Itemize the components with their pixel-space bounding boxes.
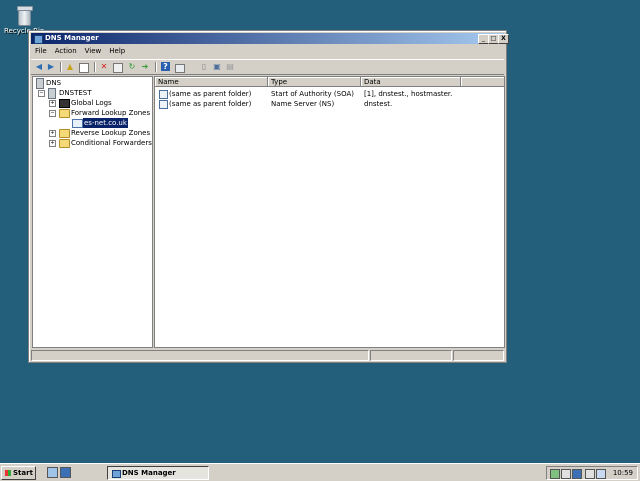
- collapse-icon[interactable]: −: [38, 90, 45, 97]
- record-type: Start of Authority (SOA): [271, 90, 355, 98]
- tree-label-reverse-zones: Reverse Lookup Zones: [71, 129, 151, 137]
- column-header-type[interactable]: Type: [268, 77, 361, 87]
- server-disabled-icon[interactable]: ▯: [199, 62, 209, 72]
- folder-icon: [59, 129, 70, 138]
- delete-icon[interactable]: ✕: [99, 62, 109, 72]
- toolbar-separator: [60, 62, 62, 72]
- window-title: DNS Manager: [45, 34, 99, 42]
- table-row[interactable]: (same as parent folder) Name Server (NS)…: [155, 99, 504, 109]
- expand-icon[interactable]: +: [49, 100, 56, 107]
- dns-manager-app-icon: [34, 35, 43, 44]
- tree-label-zone: es-net.co.uk: [83, 118, 128, 128]
- console-tree: DNS − DNSTEST + Global Logs − Forward Lo…: [32, 76, 153, 348]
- status-cell-main: [31, 350, 369, 361]
- tree-item-conditional-forwarders[interactable]: + Conditional Forwarders: [35, 138, 152, 148]
- collapse-icon[interactable]: −: [49, 110, 56, 117]
- zone-icon: [72, 119, 83, 128]
- tree-label-dns: DNS: [46, 79, 62, 87]
- record-name: (same as parent folder): [169, 100, 252, 108]
- quick-launch-server-manager-icon[interactable]: [47, 467, 58, 478]
- tray-flag-icon[interactable]: [585, 469, 595, 479]
- status-bar: [31, 349, 504, 361]
- forward-arrow-icon[interactable]: ▶: [46, 62, 56, 72]
- tree-item-global-logs[interactable]: + Global Logs: [35, 98, 150, 108]
- back-arrow-icon[interactable]: ◀: [34, 62, 44, 72]
- menu-bar: File Action View Help: [31, 45, 504, 57]
- record-icon: [159, 90, 168, 99]
- save-icon[interactable]: ▣: [212, 62, 222, 72]
- column-header-filler: [461, 77, 504, 87]
- menu-help[interactable]: Help: [105, 46, 129, 56]
- show-hide-tree-icon[interactable]: [79, 63, 89, 73]
- folder-icon: [59, 109, 70, 118]
- status-cell: [453, 350, 504, 361]
- console-icon[interactable]: [175, 64, 185, 73]
- record-data: [1], dnstest., hostmaster.: [364, 90, 453, 98]
- record-icon: [159, 100, 168, 109]
- tray-display-icon[interactable]: [572, 469, 582, 479]
- tree-label-forward-zones: Forward Lookup Zones: [71, 109, 151, 117]
- up-folder-icon[interactable]: ▲: [65, 62, 75, 72]
- logs-icon: [59, 99, 70, 108]
- record-list: Name Type Data (same as parent folder) S…: [154, 76, 505, 348]
- start-label: Start: [13, 469, 33, 477]
- tree-item-reverse-zones[interactable]: + Reverse Lookup Zones: [35, 128, 150, 138]
- toolbar: ◀ ▶ ▲ ✕ ↻ ➔ ? ▯ ▣ ▤: [31, 59, 504, 75]
- recycle-bin-icon: [16, 4, 33, 26]
- column-header-data[interactable]: Data: [361, 77, 461, 87]
- windows-logo-icon: [5, 470, 11, 476]
- taskbar-button-label: DNS Manager: [122, 469, 176, 477]
- table-row[interactable]: (same as parent folder) Start of Authori…: [155, 89, 504, 99]
- folder-icon: [59, 139, 70, 148]
- dns-manager-window: DNS Manager _ □ X File Action View Help ◀ ▶…: [28, 30, 509, 363]
- export-list-icon[interactable]: ➔: [140, 62, 150, 72]
- tray-server-icon[interactable]: [596, 469, 606, 479]
- tool-disabled-icon[interactable]: ▤: [225, 62, 235, 72]
- start-button[interactable]: Start: [1, 466, 36, 480]
- record-data: dnstest.: [364, 100, 393, 108]
- taskbar-button-dns-manager[interactable]: DNS Manager: [107, 466, 209, 480]
- dns-manager-app-icon: [112, 470, 121, 478]
- record-name: (same as parent folder): [169, 90, 252, 98]
- expand-icon[interactable]: +: [49, 140, 56, 147]
- tree-item-forward-zones[interactable]: − Forward Lookup Zones: [35, 108, 150, 118]
- tree-label-conditional-forwarders: Conditional Forwarders: [71, 139, 152, 147]
- status-cell: [370, 350, 452, 361]
- tray-volume-icon[interactable]: [561, 469, 571, 479]
- menu-view[interactable]: View: [81, 46, 106, 56]
- toolbar-separator: [155, 62, 157, 72]
- clock[interactable]: 10:59: [613, 467, 633, 479]
- column-header-name[interactable]: Name: [155, 77, 268, 87]
- title-bar[interactable]: DNS Manager _ □ X: [31, 33, 509, 44]
- help-icon[interactable]: ?: [161, 62, 170, 71]
- expand-icon[interactable]: +: [49, 130, 56, 137]
- tree-item-zone[interactable]: es-net.co.uk: [35, 118, 150, 128]
- menu-action[interactable]: Action: [51, 46, 81, 56]
- menu-file[interactable]: File: [31, 46, 51, 56]
- properties-icon[interactable]: [113, 63, 123, 73]
- refresh-icon[interactable]: ↻: [127, 62, 137, 72]
- tree-item-server[interactable]: − DNSTEST: [35, 88, 150, 99]
- tray-network-icon[interactable]: [550, 469, 560, 479]
- toolbar-separator: [94, 62, 96, 72]
- tree-label-server: DNSTEST: [59, 89, 92, 97]
- record-type: Name Server (NS): [271, 100, 335, 108]
- system-tray: 10:59: [546, 466, 638, 480]
- quick-launch-powershell-icon[interactable]: [60, 467, 71, 478]
- taskbar: Start DNS Manager 10:59: [0, 463, 640, 481]
- tree-label-global-logs: Global Logs: [71, 99, 112, 107]
- close-button[interactable]: X: [498, 34, 509, 44]
